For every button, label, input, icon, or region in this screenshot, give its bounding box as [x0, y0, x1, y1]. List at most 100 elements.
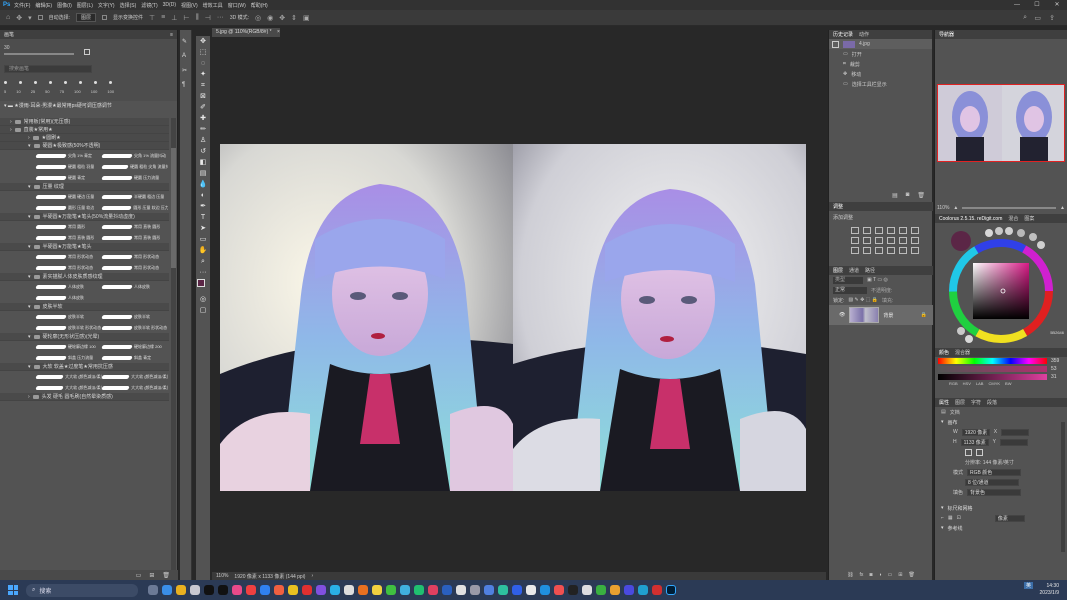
brush-preset[interactable]: 大大软 (颜色减淡/柔光) — [101, 385, 168, 391]
zoom-readout[interactable]: 110% — [216, 573, 228, 579]
quick-mask-icon[interactable]: ◎ — [196, 294, 210, 305]
clone-source-icon[interactable]: ✂ — [182, 67, 189, 74]
brush-preset[interactable]: 硬轮廓边缘 100 — [35, 344, 102, 350]
trash-icon[interactable]: 🗑 — [162, 572, 170, 579]
chevron-icon[interactable]: › — [10, 119, 12, 125]
depth-dropdown[interactable]: 8 位/通道 — [965, 478, 1019, 486]
eyedropper-tool-icon[interactable]: ✐ — [196, 102, 210, 113]
home-icon[interactable]: ⌂ — [6, 14, 10, 21]
brush-preset[interactable]: 常用 直装 圆形 — [101, 235, 168, 241]
canvas-area[interactable] — [212, 37, 826, 572]
rulers-section[interactable]: ▾ 标尺和网格 — [935, 503, 1067, 513]
brush-preset[interactable]: 皮肤半软 形状动态 — [101, 325, 168, 331]
brush-preset[interactable]: 常用 圆形 — [35, 224, 102, 230]
landscape-icon[interactable] — [976, 448, 983, 456]
preset-dot-icon[interactable] — [109, 81, 112, 84]
menu-edit[interactable]: 编辑(E) — [35, 2, 52, 9]
menu-window[interactable]: 窗口(W) — [228, 2, 246, 9]
brush-preset[interactable]: 人体皮肤 — [35, 295, 102, 301]
app-icon[interactable] — [624, 585, 634, 595]
chevron-icon[interactable]: ▾ — [28, 304, 31, 310]
hue-icon[interactable] — [851, 237, 859, 244]
black-white-icon[interactable] — [875, 237, 883, 244]
brush-preset[interactable]: 尖角 1% 青定 — [35, 153, 102, 159]
taskbar-search[interactable]: ⌕ 搜索 — [26, 583, 138, 597]
minimize-icon[interactable]: — — [1007, 0, 1027, 10]
menu-type[interactable]: 文字(Y) — [98, 2, 115, 9]
brush-preset[interactable]: 常用 形状动态 — [35, 254, 102, 260]
wechat-icon[interactable] — [386, 585, 396, 595]
tab-properties[interactable]: 属性 — [939, 399, 949, 406]
search-icon[interactable]: ⌕ — [1023, 14, 1027, 22]
chevron-icon[interactable]: ▾ — [28, 274, 31, 280]
foreground-color[interactable] — [197, 279, 205, 287]
exposure-icon[interactable] — [887, 227, 895, 234]
tab-channels[interactable]: 通道 — [849, 267, 859, 274]
app-icon[interactable] — [330, 585, 340, 595]
app-icon[interactable] — [442, 585, 452, 595]
brush-preset[interactable]: 硬圆 粗粒 尖角 流量抖动 — [101, 164, 168, 170]
app-icon[interactable] — [302, 585, 312, 595]
lookup-icon[interactable] — [911, 237, 919, 244]
brush-preset[interactable]: 斜盖 青定 — [101, 355, 168, 361]
brush-group[interactable]: ▾ 半硬圆★万能笔★笔头 — [0, 243, 169, 251]
gradient-tool-icon[interactable]: ▤ — [196, 168, 210, 179]
saturation-value[interactable]: 53 — [1051, 366, 1065, 372]
brush-preview-icon[interactable] — [84, 49, 90, 55]
maximize-icon[interactable]: ☐ — [1027, 0, 1047, 10]
brush-group[interactable]: › 头发 硬毛 圆毛刷(自然晕染质感) — [0, 393, 169, 401]
tab-paragraph[interactable]: 段落 — [987, 399, 997, 406]
preset-dot-icon[interactable] — [64, 81, 67, 84]
trash-icon[interactable]: 🗑 — [908, 572, 914, 580]
brush-preset[interactable]: 常用 直装 圆形 — [35, 235, 102, 241]
zoom-in-icon[interactable]: ▲ — [1060, 205, 1065, 211]
mode-rgb[interactable]: RGB — [949, 381, 958, 386]
brightness-slider[interactable] — [938, 374, 1047, 380]
brush-preset[interactable]: 硬圆 粗粒 羽量 — [35, 164, 102, 170]
channel-mixer-icon[interactable] — [899, 237, 907, 244]
tab-mixer[interactable]: 混合器 — [955, 349, 970, 356]
brush-size-slider[interactable] — [4, 53, 74, 55]
chevron-icon[interactable]: › — [28, 394, 30, 400]
app-icon[interactable] — [232, 585, 242, 595]
brush-preset[interactable]: 斜盖 压力流量 — [35, 355, 102, 361]
brush-preset[interactable]: 半硬圆 粗边 压量 — [101, 194, 168, 200]
preset-dot-icon[interactable] — [34, 81, 37, 84]
app-icon[interactable] — [470, 585, 480, 595]
photoshop-icon[interactable] — [666, 585, 676, 595]
link-icon[interactable]: ⛓ — [847, 572, 853, 580]
app-icon[interactable] — [498, 585, 508, 595]
portrait-icon[interactable] — [965, 448, 972, 456]
paragraph-icon[interactable]: ¶ — [182, 82, 189, 88]
eye-icon[interactable]: 👁 — [839, 312, 845, 318]
language-indicator[interactable]: 英 — [1023, 582, 1033, 589]
ruler-icon[interactable]: ⌐ — [941, 515, 944, 521]
menu-3d[interactable]: 3D(D) — [163, 2, 176, 8]
mode-lab[interactable]: LAB — [976, 381, 984, 386]
chevron-icon[interactable]: ▾ — [28, 184, 31, 190]
app-icon[interactable] — [190, 585, 200, 595]
fx-icon[interactable]: fx — [860, 572, 864, 580]
layer-select-dropdown[interactable]: 图层 — [76, 13, 97, 22]
menu-filter[interactable]: 滤镜(T) — [141, 2, 157, 9]
brush-preset[interactable]: 皮肤半软 — [35, 314, 102, 320]
chevron-icon[interactable]: ▾ — [28, 334, 31, 340]
mask-icon[interactable]: ◙ — [869, 572, 872, 580]
task-view-icon[interactable] — [148, 585, 158, 595]
new-group-icon[interactable]: ▭ — [136, 572, 142, 579]
share-icon[interactable]: ⇪ — [1049, 14, 1055, 22]
current-color-swatch[interactable] — [951, 231, 971, 251]
adjustment-layer-icon[interactable]: ◑ — [878, 572, 881, 580]
scale-3d-icon[interactable]: ▣ — [303, 14, 310, 22]
pan-3d-icon[interactable]: ✥ — [279, 14, 285, 22]
brush-group[interactable]: ▾ 大软 软盖★过度笔★常用抗压感 — [0, 363, 169, 371]
auto-select-checkbox[interactable] — [37, 15, 43, 20]
align-middle-icon[interactable]: ≡ — [161, 14, 165, 21]
close-tab-icon[interactable]: × — [277, 29, 280, 35]
tiktok-icon[interactable] — [204, 585, 214, 595]
grid-icon[interactable]: ▦ — [948, 515, 953, 521]
preset-dot-icon[interactable] — [19, 81, 22, 84]
brush-preset[interactable]: 硬圆 压力流量 — [101, 175, 168, 181]
guides-icon[interactable]: ⊡ — [957, 515, 961, 521]
history-step[interactable]: ⌗ 裁剪 — [829, 59, 932, 69]
